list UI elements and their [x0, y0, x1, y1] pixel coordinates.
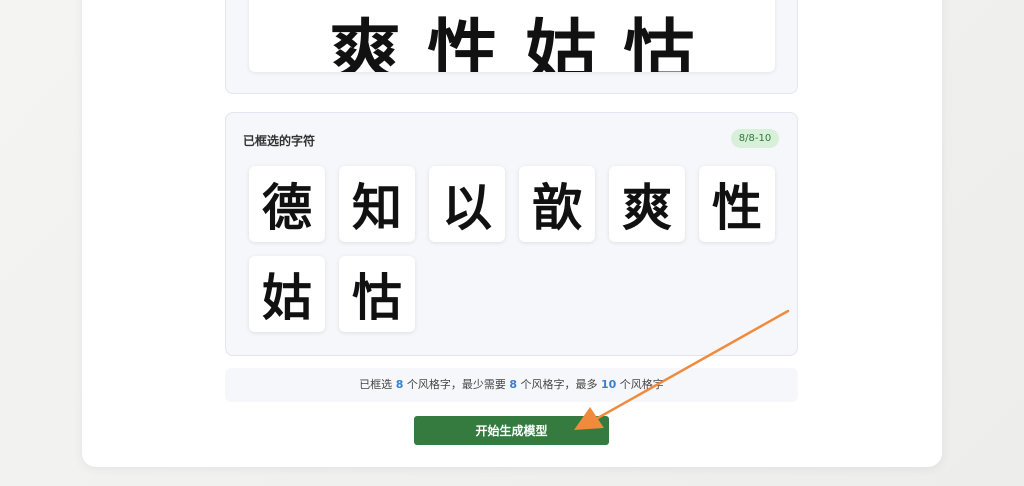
- char-glyph: 怙: [352, 268, 402, 327]
- char-glyph: 性: [712, 178, 762, 237]
- min-count: 8: [509, 378, 517, 391]
- info-text: 已框选: [359, 378, 396, 391]
- preview-char: 性: [427, 12, 499, 72]
- char-tile[interactable]: 歆: [519, 166, 595, 242]
- char-glyph: 姑: [262, 268, 312, 327]
- char-tile[interactable]: 姑: [249, 256, 325, 332]
- preview-char: 爽: [329, 12, 401, 72]
- info-text: 个风格字，最少需要: [403, 378, 510, 391]
- preview-text-box: 爽 性 姑 怙: [249, 0, 775, 72]
- char-glyph: 知: [352, 178, 402, 237]
- max-count: 10: [601, 378, 617, 391]
- selection-count-badge: 8/8-10: [731, 129, 779, 148]
- selection-info-bar: 已框选 8 个风格字，最少需要 8 个风格字，最多 10 个风格字: [225, 368, 798, 402]
- char-tile[interactable]: 德: [249, 166, 325, 242]
- char-glyph: 德: [262, 178, 312, 237]
- char-glyph: 以: [442, 178, 492, 237]
- char-tile[interactable]: 爽: [609, 166, 685, 242]
- info-text: 个风格字，最多: [517, 378, 601, 391]
- selected-chars-title: 已框选的字符: [243, 134, 316, 148]
- preview-char: 姑: [525, 12, 597, 72]
- char-tile[interactable]: 知: [339, 166, 415, 242]
- char-tile[interactable]: 怙: [339, 256, 415, 332]
- char-tile[interactable]: 以: [429, 166, 505, 242]
- char-glyph: 爽: [622, 178, 672, 237]
- char-glyph: 歆: [532, 178, 582, 237]
- start-generate-model-button[interactable]: 开始生成模型: [414, 416, 609, 445]
- char-tile[interactable]: 性: [699, 166, 775, 242]
- info-text: 个风格字: [616, 378, 664, 391]
- preview-char: 怙: [623, 12, 695, 72]
- selected-chars-grid: 德 知 以 歆 爽 性 姑 怙: [249, 166, 775, 332]
